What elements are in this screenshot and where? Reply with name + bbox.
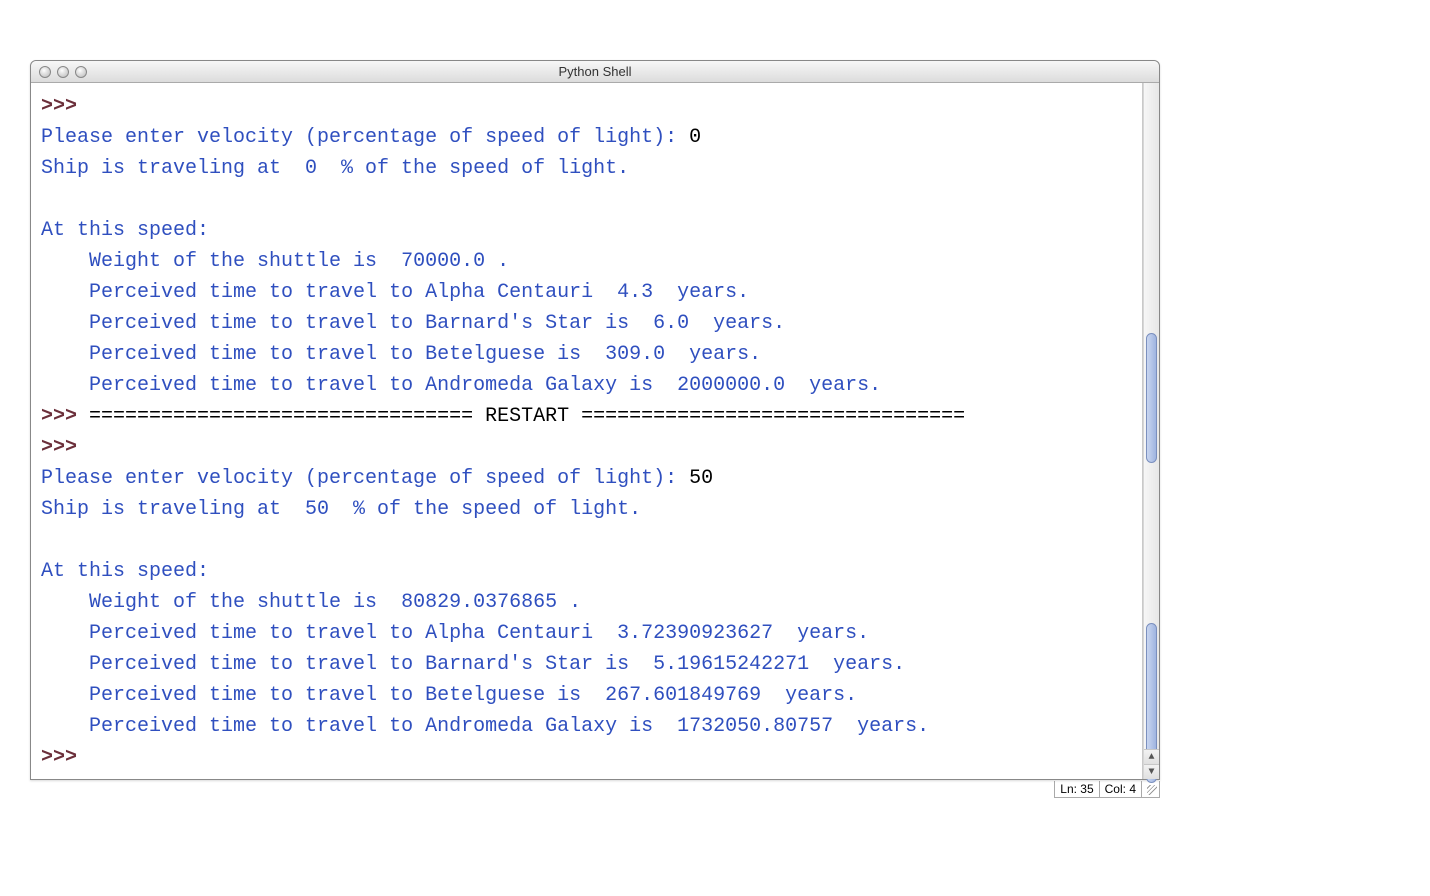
- output-line: Perceived time to travel to Betelguese i…: [89, 343, 761, 366]
- window-title: Python Shell: [31, 64, 1159, 79]
- status-line: Ln: 35: [1055, 781, 1098, 797]
- scroll-down-icon[interactable]: ▼: [1144, 764, 1159, 779]
- output-line: Please enter velocity (percentage of spe…: [41, 126, 689, 149]
- output-line: At this speed:: [41, 560, 209, 583]
- user-input: 50: [689, 467, 713, 490]
- status-col: Col: 4: [1099, 781, 1141, 797]
- output-line: Weight of the shuttle is 70000.0 .: [89, 250, 509, 273]
- prompt: >>>: [41, 746, 89, 769]
- output-line: Ship is traveling at 50 % of the speed o…: [41, 498, 641, 521]
- close-icon[interactable]: [39, 66, 51, 78]
- prompt: >>>: [41, 95, 89, 118]
- output-line: Perceived time to travel to Betelguese i…: [89, 684, 857, 707]
- titlebar[interactable]: Python Shell: [31, 61, 1159, 83]
- prompt: >>>: [41, 436, 89, 459]
- user-input: 0: [689, 126, 701, 149]
- output-line: Perceived time to travel to Barnard's St…: [89, 312, 785, 335]
- scroll-up-icon[interactable]: ▲: [1144, 749, 1159, 764]
- vertical-scrollbar[interactable]: ▲ ▼: [1143, 83, 1159, 779]
- output-line: At this speed:: [41, 219, 209, 242]
- output-line: Perceived time to travel to Andromeda Ga…: [89, 715, 929, 738]
- output-line: Weight of the shuttle is 80829.0376865 .: [89, 591, 581, 614]
- output-line: Perceived time to travel to Alpha Centau…: [89, 281, 749, 304]
- output-line: Ship is traveling at 0 % of the speed of…: [41, 157, 629, 180]
- window-controls: [31, 66, 87, 78]
- output-line: Perceived time to travel to Barnard's St…: [89, 653, 905, 676]
- python-shell-window: Python Shell >>> Please enter velocity (…: [30, 60, 1160, 780]
- prompt: >>>: [41, 405, 89, 428]
- restart-divider: ================================ RESTART…: [89, 405, 965, 428]
- minimize-icon[interactable]: [57, 66, 69, 78]
- output-line: Please enter velocity (percentage of spe…: [41, 467, 689, 490]
- output-line: Perceived time to travel to Andromeda Ga…: [89, 374, 881, 397]
- scrollbar-thumb[interactable]: [1146, 333, 1157, 463]
- output-line: Perceived time to travel to Alpha Centau…: [89, 622, 869, 645]
- zoom-icon[interactable]: [75, 66, 87, 78]
- status-bar: Ln: 35 Col: 4: [1054, 781, 1160, 798]
- shell-output[interactable]: >>> Please enter velocity (percentage of…: [31, 83, 1143, 779]
- resize-handle-icon[interactable]: [1141, 781, 1159, 797]
